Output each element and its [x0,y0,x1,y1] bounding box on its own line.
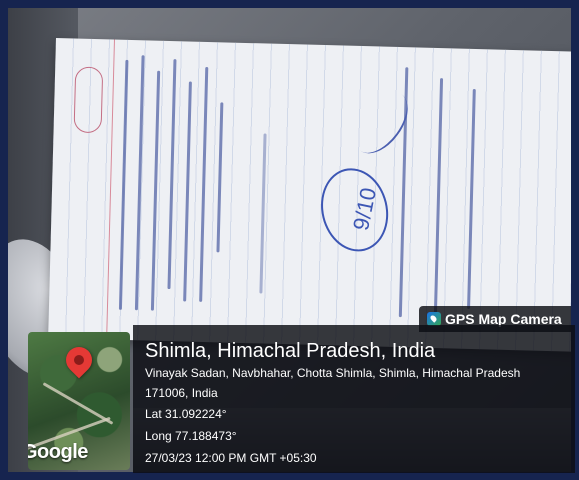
map-thumbnail: Google [28,332,130,470]
location-pin-icon [60,341,98,379]
google-logo: Google [28,441,88,463]
longitude: Long 77.188473° [145,429,237,443]
handwritten-notebook-page: 9/10 [48,38,571,353]
gps-map-camera-icon [427,312,441,326]
address-line-2: 171006, India [145,386,218,400]
address-line-1: Vinayak Sadan, Navbhahar, Chotta Shimla,… [145,366,521,380]
page-stamp [73,66,104,134]
latitude: Lat 31.092224° [145,407,227,421]
location-title: Shimla, Himachal Pradesh, India [145,340,436,362]
timestamp: 27/03/23 12:00 PM GMT +05:30 [145,451,317,465]
